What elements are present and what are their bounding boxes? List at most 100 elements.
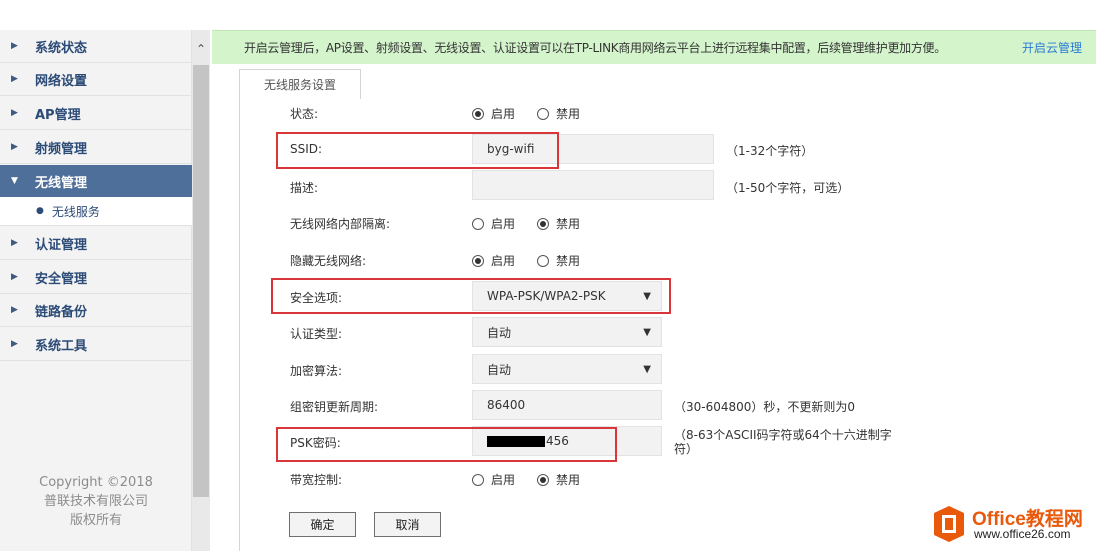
encryption-select[interactable]: 自动 ▼ [472, 354, 662, 384]
sidebar-item-label: 链路备份 [35, 304, 88, 320]
radio-unchecked-icon[interactable] [472, 473, 484, 486]
hide-network-label: 隐藏无线网络: [290, 254, 367, 268]
sidebar-item-label: 系统状态 [35, 40, 88, 56]
caret-right-icon: ▶ [11, 238, 18, 248]
sidebar-item-security-management[interactable]: ▶ 安全管理 [0, 261, 192, 294]
hide-network-disable-label: 禁用 [556, 254, 581, 268]
sidebar-item-rf-management[interactable]: ▶ 射频管理 [0, 131, 192, 164]
radio-checked-icon[interactable] [472, 254, 484, 267]
hide-network-disable-option[interactable]: 禁用 [537, 252, 580, 269]
scroll-up-icon[interactable]: ⌃ [192, 40, 210, 58]
sidebar-item-link-backup[interactable]: ▶ 链路备份 [0, 294, 192, 327]
bandwidth-radio-group: 启用 禁用 [472, 471, 602, 488]
isolation-disable-option[interactable]: 禁用 [537, 215, 580, 232]
caret-down-icon: ▼ [11, 176, 18, 186]
sidebar-item-system-tools[interactable]: ▶ 系统工具 [0, 328, 192, 361]
caret-right-icon: ▶ [11, 142, 18, 152]
copyright-rights: 版权所有 [69, 513, 122, 528]
status-enable-option[interactable]: 启用 [472, 105, 515, 122]
caret-right-icon: ▶ [11, 108, 18, 118]
sidebar-scrollbar[interactable]: ⌃ [192, 30, 210, 551]
radio-unchecked-icon[interactable] [537, 254, 550, 267]
description-input[interactable] [472, 170, 714, 200]
status-disable-option[interactable]: 禁用 [537, 105, 580, 122]
sidebar-item-label: 网络设置 [35, 73, 88, 89]
encryption-label: 加密算法: [290, 364, 343, 378]
hide-network-enable-option[interactable]: 启用 [472, 252, 515, 269]
sidebar-item-label: 射频管理 [35, 141, 88, 157]
ssid-highlight-box [276, 132, 559, 169]
status-label: 状态: [290, 107, 319, 121]
bandwidth-disable-label: 禁用 [556, 473, 581, 487]
sidebar-item-auth-management[interactable]: ▶ 认证管理 [0, 227, 192, 260]
copyright-line: Copyright ©2018 [39, 475, 153, 490]
sidebar-item-label: 认证管理 [35, 237, 88, 253]
rekey-period-input[interactable]: 86400 [472, 390, 662, 420]
auth-type-label: 认证类型: [290, 327, 343, 341]
bandwidth-disable-option[interactable]: 禁用 [537, 471, 580, 488]
copyright-company: 普联技术有限公司 [43, 494, 148, 509]
psk-hint-line1: （8-63个ASCII码字符或64个十六进制字 [674, 428, 892, 442]
hide-network-enable-label: 启用 [491, 254, 516, 268]
radio-checked-icon[interactable] [537, 473, 550, 486]
rekey-period-hint: （30-604800）秒，不更新则为0 [674, 400, 856, 414]
sidebar-subitem-wireless-service[interactable]: ● 无线服务 [0, 197, 192, 226]
description-label: 描述: [290, 181, 319, 195]
sidebar-subitem-label: 无线服务 [51, 204, 100, 219]
sidebar-item-label: 无线管理 [35, 175, 88, 191]
dropdown-caret-icon: ▼ [643, 327, 651, 338]
ssid-hint: （1-32个字符） [726, 144, 814, 158]
sidebar-item-label: AP管理 [35, 107, 81, 123]
security-highlight-box [271, 278, 671, 314]
caret-right-icon: ▶ [11, 305, 18, 315]
auth-type-select[interactable]: 自动 ▼ [472, 317, 662, 347]
sidebar-item-ap-management[interactable]: ▶ AP管理 [0, 97, 192, 130]
isolation-label: 无线网络内部隔离: [290, 217, 391, 231]
status-radio-group: 启用 禁用 [472, 105, 602, 122]
sidebar-item-label: 安全管理 [35, 271, 88, 287]
office-logo-icon [934, 506, 964, 542]
status-enable-label: 启用 [491, 107, 516, 121]
cloud-notice-text: 开启云管理后，AP设置、射频设置、无线设置、认证设置可以在TP-LINK商用网络… [244, 41, 946, 55]
auth-type-value: 自动 [487, 325, 512, 340]
enable-cloud-link[interactable]: 开启云管理 [1022, 39, 1082, 56]
sidebar-item-wireless-management[interactable]: ▼ 无线管理 [0, 165, 192, 198]
bandwidth-enable-option[interactable]: 启用 [472, 471, 515, 488]
dropdown-caret-icon: ▼ [643, 364, 651, 375]
watermark-url: www.office26.com [974, 527, 1071, 541]
radio-checked-icon[interactable] [537, 217, 550, 230]
sidebar-item-network-settings[interactable]: ▶ 网络设置 [0, 63, 192, 96]
bullet-icon: ● [36, 206, 44, 216]
psk-password-hint: （8-63个ASCII码字符或64个十六进制字 符） [674, 428, 892, 456]
rekey-period-label: 组密钥更新周期: [290, 400, 379, 414]
radio-checked-icon[interactable] [472, 107, 484, 120]
copyright: Copyright ©2018 普联技术有限公司 版权所有 [0, 473, 192, 530]
tab-wireless-service-settings[interactable]: 无线服务设置 [239, 69, 361, 99]
cloud-notice-bar: 开启云管理后，AP设置、射频设置、无线设置、认证设置可以在TP-LINK商用网络… [212, 30, 1096, 64]
content-border [239, 98, 240, 551]
bandwidth-enable-label: 启用 [491, 473, 516, 487]
isolation-enable-option[interactable]: 启用 [472, 215, 515, 232]
watermark: Office教程网 www.office26.com [930, 500, 1096, 551]
rekey-period-value: 86400 [487, 398, 526, 412]
bandwidth-control-label: 带宽控制: [290, 473, 343, 487]
sidebar-item-label: 系统工具 [35, 338, 88, 354]
cancel-button[interactable]: 取消 [374, 512, 441, 537]
status-disable-label: 禁用 [556, 107, 581, 121]
psk-highlight-box [276, 427, 617, 462]
hide-network-radio-group: 启用 禁用 [472, 252, 602, 269]
isolation-enable-label: 启用 [491, 217, 516, 231]
isolation-radio-group: 启用 禁用 [472, 215, 602, 232]
scroll-thumb[interactable] [193, 65, 209, 497]
ok-button[interactable]: 确定 [289, 512, 356, 537]
sidebar: ▶ 系统状态 ▶ 网络设置 ▶ AP管理 ▶ 射频管理 ▼ 无线管理 ● 无线服… [0, 30, 192, 551]
caret-right-icon: ▶ [11, 272, 18, 282]
caret-right-icon: ▶ [11, 41, 18, 51]
radio-unchecked-icon[interactable] [537, 107, 550, 120]
psk-hint-line2: 符） [674, 442, 699, 456]
radio-unchecked-icon[interactable] [472, 217, 484, 230]
sidebar-item-system-status[interactable]: ▶ 系统状态 [0, 30, 192, 63]
description-hint: （1-50个字符，可选） [726, 181, 850, 195]
caret-right-icon: ▶ [11, 339, 18, 349]
caret-right-icon: ▶ [11, 74, 18, 84]
